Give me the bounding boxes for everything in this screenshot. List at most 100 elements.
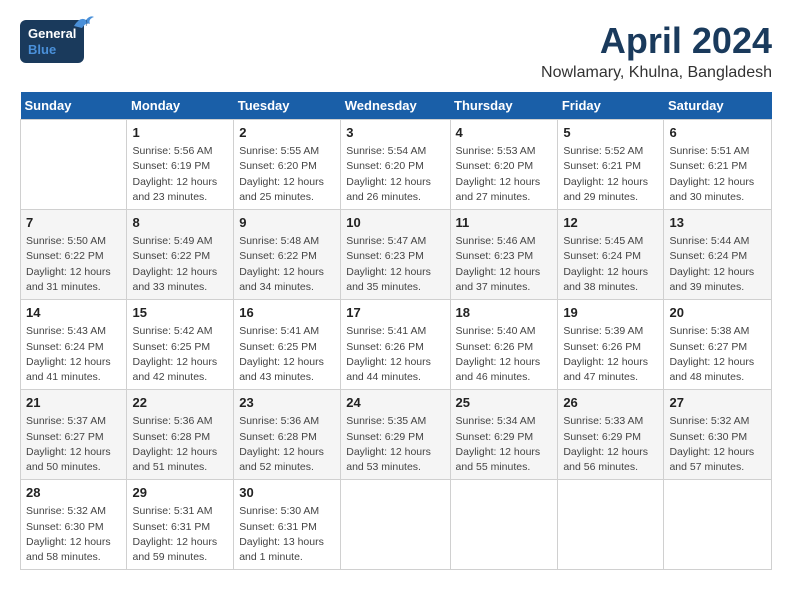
day-info: Sunrise: 5:41 AMSunset: 6:25 PMDaylight:… (239, 324, 335, 385)
day-cell: 7 Sunrise: 5:50 AMSunset: 6:22 PMDaylight… (21, 210, 127, 300)
day-info: Sunrise: 5:37 AMSunset: 6:27 PMDaylight:… (26, 414, 121, 475)
day-info: Sunrise: 5:34 AMSunset: 6:29 PMDaylight:… (456, 414, 553, 475)
day-cell: 12 Sunrise: 5:45 AMSunset: 6:24 PMDayligh… (558, 210, 664, 300)
day-number: 29 (132, 484, 228, 502)
day-info: Sunrise: 5:46 AMSunset: 6:23 PMDaylight:… (456, 234, 553, 295)
day-cell: 25Sunrise: 5:34 AMSunset: 6:29 PMDayligh… (450, 390, 558, 480)
day-info: Sunrise: 5:51 AMSunset: 6:21 PMDaylight:… (669, 144, 766, 205)
day-number: 21 (26, 394, 121, 412)
day-number: 15 (132, 304, 228, 322)
day-info: Sunrise: 5:53 AMSunset: 6:20 PMDaylight:… (456, 144, 553, 205)
bird-icon (72, 14, 94, 32)
day-number: 1 (132, 124, 228, 142)
day-info: Sunrise: 5:54 AMSunset: 6:20 PMDaylight:… (346, 144, 444, 205)
day-cell: 15 Sunrise: 5:42 AMSunset: 6:25 PMDayligh… (127, 300, 234, 390)
day-cell: 8 Sunrise: 5:49 AMSunset: 6:22 PMDaylight… (127, 210, 234, 300)
day-info: Sunrise: 5:33 AMSunset: 6:29 PMDaylight:… (563, 414, 658, 475)
day-info: Sunrise: 5:52 AMSunset: 6:21 PMDaylight:… (563, 144, 658, 205)
week-row-1: 1Sunrise: 5:56 AMSunset: 6:19 PMDaylight… (21, 120, 772, 210)
day-number: 19 (563, 304, 658, 322)
header-row: SundayMondayTuesdayWednesdayThursdayFrid… (21, 92, 772, 120)
day-number: 23 (239, 394, 335, 412)
month-title: April 2024 (541, 20, 772, 62)
day-cell: 28 Sunrise: 5:32 AMSunset: 6:30 PMDayligh… (21, 480, 127, 570)
day-number: 28 (26, 484, 121, 502)
day-info: Sunrise: 5:42 AMSunset: 6:25 PMDaylight:… (132, 324, 228, 385)
day-number: 27 (669, 394, 766, 412)
week-row-3: 14Sunrise: 5:43 AMSunset: 6:24 PMDayligh… (21, 300, 772, 390)
day-cell (664, 480, 772, 570)
day-number: 24 (346, 394, 444, 412)
day-cell: 16 Sunrise: 5:41 AMSunset: 6:25 PMDayligh… (234, 300, 341, 390)
day-number: 6 (669, 124, 766, 142)
col-header-thursday: Thursday (450, 92, 558, 120)
day-number: 12 (563, 214, 658, 232)
day-number: 3 (346, 124, 444, 142)
day-cell: 21 Sunrise: 5:37 AMSunset: 6:27 PMDayligh… (21, 390, 127, 480)
day-cell: 23Sunrise: 5:36 AMSunset: 6:28 PMDayligh… (234, 390, 341, 480)
day-number: 2 (239, 124, 335, 142)
week-row-5: 28 Sunrise: 5:32 AMSunset: 6:30 PMDayligh… (21, 480, 772, 570)
week-row-4: 21 Sunrise: 5:37 AMSunset: 6:27 PMDayligh… (21, 390, 772, 480)
col-header-tuesday: Tuesday (234, 92, 341, 120)
day-info: Sunrise: 5:41 AMSunset: 6:26 PMDaylight:… (346, 324, 444, 385)
day-number: 30 (239, 484, 335, 502)
day-number: 7 (26, 214, 121, 232)
day-number: 5 (563, 124, 658, 142)
col-header-sunday: Sunday (21, 92, 127, 120)
day-number: 14 (26, 304, 121, 322)
day-number: 4 (456, 124, 553, 142)
day-cell: 20 Sunrise: 5:38 AMSunset: 6:27 PMDayligh… (664, 300, 772, 390)
day-cell: 6 Sunrise: 5:51 AMSunset: 6:21 PMDaylight… (664, 120, 772, 210)
col-header-wednesday: Wednesday (341, 92, 450, 120)
day-number: 11 (456, 214, 553, 232)
day-info: Sunrise: 5:40 AMSunset: 6:26 PMDaylight:… (456, 324, 553, 385)
day-info: Sunrise: 5:38 AMSunset: 6:27 PMDaylight:… (669, 324, 766, 385)
day-cell: 30Sunrise: 5:30 AMSunset: 6:31 PMDayligh… (234, 480, 341, 570)
day-number: 8 (132, 214, 228, 232)
day-cell: 9 Sunrise: 5:48 AMSunset: 6:22 PMDaylight… (234, 210, 341, 300)
day-info: Sunrise: 5:44 AMSunset: 6:24 PMDaylight:… (669, 234, 766, 295)
day-cell: 26 Sunrise: 5:33 AMSunset: 6:29 PMDayligh… (558, 390, 664, 480)
day-info: Sunrise: 5:55 AMSunset: 6:20 PMDaylight:… (239, 144, 335, 205)
logo-line1: General (28, 26, 76, 42)
day-cell: 24 Sunrise: 5:35 AMSunset: 6:29 PMDayligh… (341, 390, 450, 480)
day-number: 22 (132, 394, 228, 412)
day-info: Sunrise: 5:45 AMSunset: 6:24 PMDaylight:… (563, 234, 658, 295)
day-info: Sunrise: 5:47 AMSunset: 6:23 PMDaylight:… (346, 234, 444, 295)
logo: General Blue (20, 20, 84, 63)
day-cell: 29 Sunrise: 5:31 AMSunset: 6:31 PMDayligh… (127, 480, 234, 570)
day-cell: 22 Sunrise: 5:36 AMSunset: 6:28 PMDayligh… (127, 390, 234, 480)
day-cell (341, 480, 450, 570)
col-header-friday: Friday (558, 92, 664, 120)
day-cell (21, 120, 127, 210)
day-number: 16 (239, 304, 335, 322)
day-number: 13 (669, 214, 766, 232)
day-info: Sunrise: 5:36 AMSunset: 6:28 PMDaylight:… (132, 414, 228, 475)
logo-line2: Blue (28, 42, 56, 58)
day-number: 9 (239, 214, 335, 232)
day-cell: 1Sunrise: 5:56 AMSunset: 6:19 PMDaylight… (127, 120, 234, 210)
day-cell: 2 Sunrise: 5:55 AMSunset: 6:20 PMDaylight… (234, 120, 341, 210)
day-info: Sunrise: 5:35 AMSunset: 6:29 PMDaylight:… (346, 414, 444, 475)
day-number: 18 (456, 304, 553, 322)
day-info: Sunrise: 5:49 AMSunset: 6:22 PMDaylight:… (132, 234, 228, 295)
day-number: 26 (563, 394, 658, 412)
day-cell: 3 Sunrise: 5:54 AMSunset: 6:20 PMDaylight… (341, 120, 450, 210)
day-cell (450, 480, 558, 570)
day-number: 17 (346, 304, 444, 322)
title-area: April 2024 Nowlamary, Khulna, Bangladesh (541, 20, 772, 82)
day-cell: 5 Sunrise: 5:52 AMSunset: 6:21 PMDaylight… (558, 120, 664, 210)
week-row-2: 7 Sunrise: 5:50 AMSunset: 6:22 PMDaylight… (21, 210, 772, 300)
day-number: 20 (669, 304, 766, 322)
day-cell: 17 Sunrise: 5:41 AMSunset: 6:26 PMDayligh… (341, 300, 450, 390)
day-cell: 11 Sunrise: 5:46 AMSunset: 6:23 PMDayligh… (450, 210, 558, 300)
day-info: Sunrise: 5:32 AMSunset: 6:30 PMDaylight:… (669, 414, 766, 475)
day-cell: 18 Sunrise: 5:40 AMSunset: 6:26 PMDayligh… (450, 300, 558, 390)
day-info: Sunrise: 5:50 AMSunset: 6:22 PMDaylight:… (26, 234, 121, 295)
day-info: Sunrise: 5:32 AMSunset: 6:30 PMDaylight:… (26, 504, 121, 565)
page-header: General Blue April 2024 Nowlamary, Khuln… (20, 20, 772, 82)
day-info: Sunrise: 5:48 AMSunset: 6:22 PMDaylight:… (239, 234, 335, 295)
day-info: Sunrise: 5:31 AMSunset: 6:31 PMDaylight:… (132, 504, 228, 565)
day-cell (558, 480, 664, 570)
